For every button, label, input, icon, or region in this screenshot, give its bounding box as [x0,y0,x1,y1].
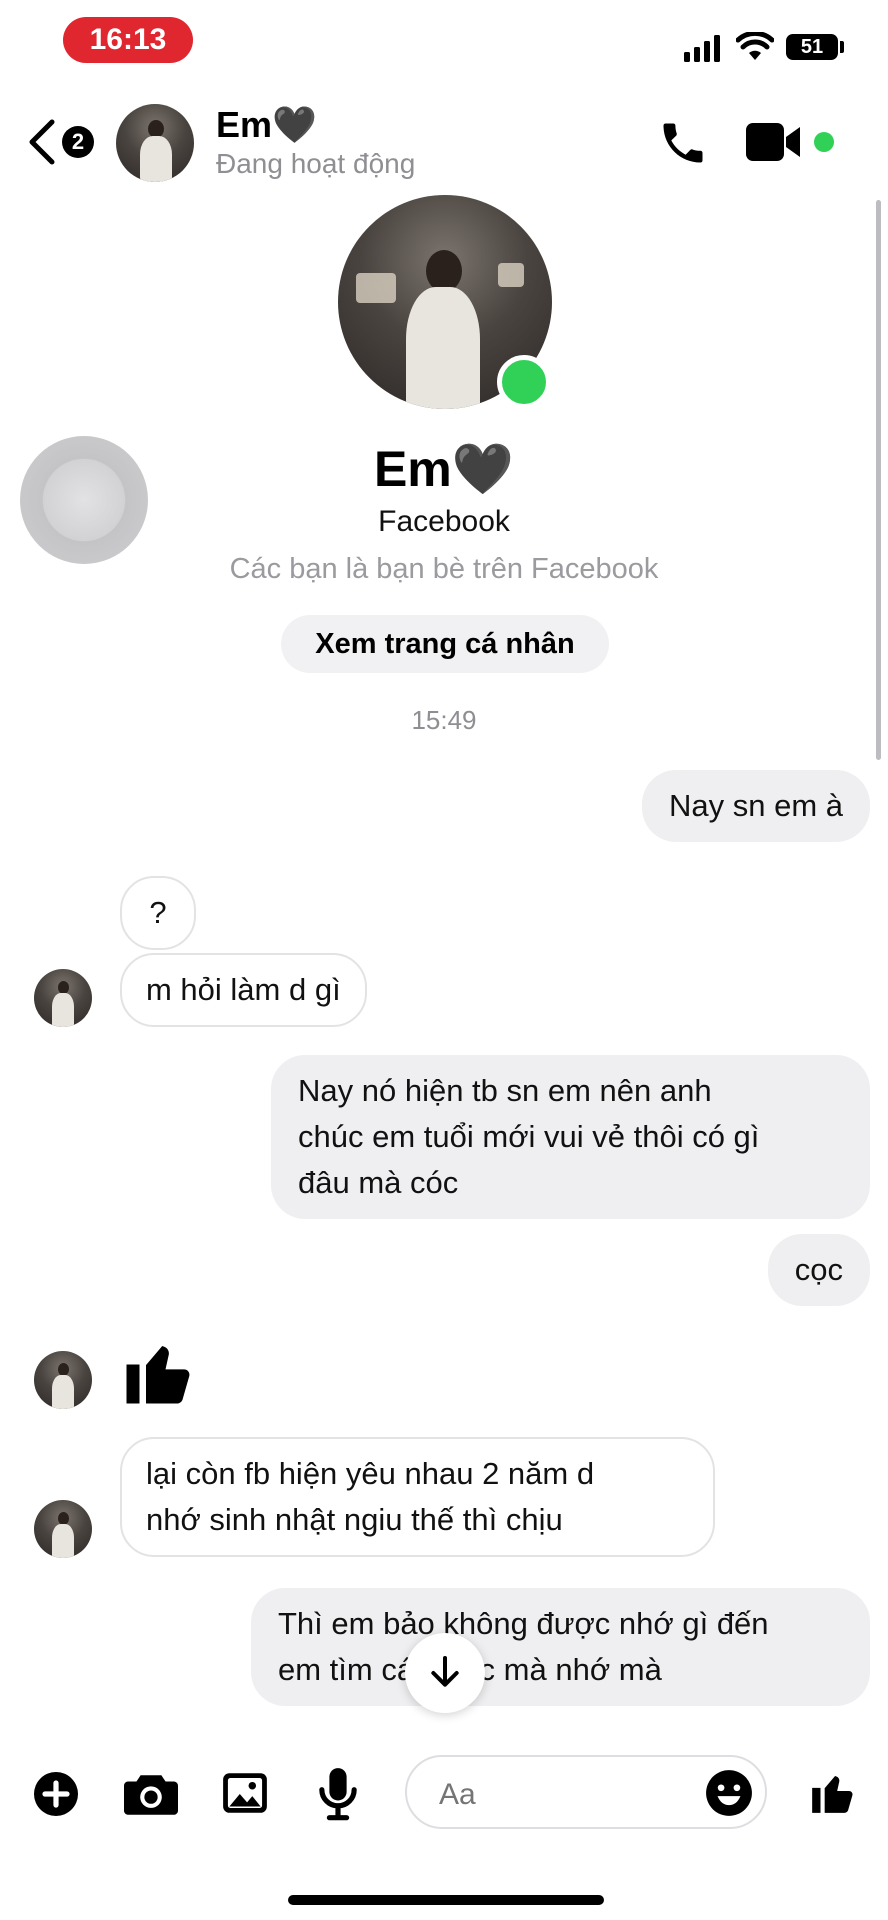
message-text: ? [149,895,167,930]
message-text: cọc [794,1252,843,1287]
gallery-icon[interactable] [220,1768,270,1818]
emoji-icon[interactable] [704,1768,754,1818]
message-incoming[interactable]: lại còn fb hiện yêu nhau 2 năm d nhớ sin… [120,1437,715,1557]
thumbs-up-send-icon[interactable] [808,1766,858,1818]
message-text: Nay sn em à [668,788,843,823]
home-indicator [288,1895,604,1905]
status-time: 16:13 [63,17,193,63]
video-call-icon[interactable] [746,121,804,163]
message-line: em tìm cái khác mà nhớ mà [278,1652,662,1687]
unread-count-badge[interactable]: 2 [62,126,94,158]
message-outgoing[interactable]: Thì em bảo không được nhớ gì đến em tìm … [251,1588,870,1706]
message-text: m hỏi làm d gì [146,972,341,1007]
message-input-container[interactable] [405,1755,767,1829]
sender-avatar[interactable] [34,1500,92,1558]
video-active-dot [814,132,834,152]
plus-icon[interactable] [32,1770,80,1818]
profile-platform: Facebook [378,505,510,538]
active-status: Đang hoạt động [216,148,416,179]
profile-name: Em🖤 [373,441,515,497]
message-line: Nay nó hiện tb sn em nên anh [298,1073,712,1108]
thumbs-up-reaction-icon[interactable] [120,1330,198,1412]
battery-tip [840,41,844,53]
message-incoming[interactable]: ? [120,876,196,950]
message-timestamp: 15:49 [411,705,477,735]
scroll-to-bottom-button[interactable] [405,1633,485,1713]
wifi-icon [736,32,774,60]
sender-avatar[interactable] [34,969,92,1027]
header-avatar[interactable] [116,104,194,182]
friends-status-text: Các bạn là bạn bè trên Facebook [229,553,659,585]
message-incoming[interactable]: m hỏi làm d gì [120,953,367,1027]
message-outgoing[interactable]: cọc [767,1234,870,1306]
camera-icon[interactable] [124,1770,178,1818]
signal-icon [684,35,720,62]
message-outgoing[interactable]: Nay sn em à [641,770,870,842]
arrow-down-icon [431,1656,459,1687]
online-indicator [497,355,551,409]
microphone-icon[interactable] [316,1766,360,1822]
message-input[interactable] [437,1777,681,1813]
phone-call-icon[interactable] [657,117,709,169]
contact-name[interactable]: Em🖤 [216,104,317,146]
message-line: lại còn fb hiện yêu nhau 2 năm d [146,1456,595,1491]
back-chevron-icon[interactable] [26,118,58,166]
message-line: chúc em tuổi mới vui vẻ thôi có gì [298,1119,760,1154]
battery-icon: 51 [786,34,838,60]
message-line: nhớ sinh nhật ngiu thế thì chịu [146,1502,563,1537]
message-line: Thì em bảo không được nhớ gì đến [278,1606,769,1641]
message-line: đâu mà cóc [298,1165,459,1200]
sender-avatar[interactable] [34,1351,92,1409]
view-profile-button[interactable]: Xem trang cá nhân [281,615,609,673]
message-outgoing[interactable]: Nay nó hiện tb sn em nên anh chúc em tuổ… [271,1055,870,1219]
